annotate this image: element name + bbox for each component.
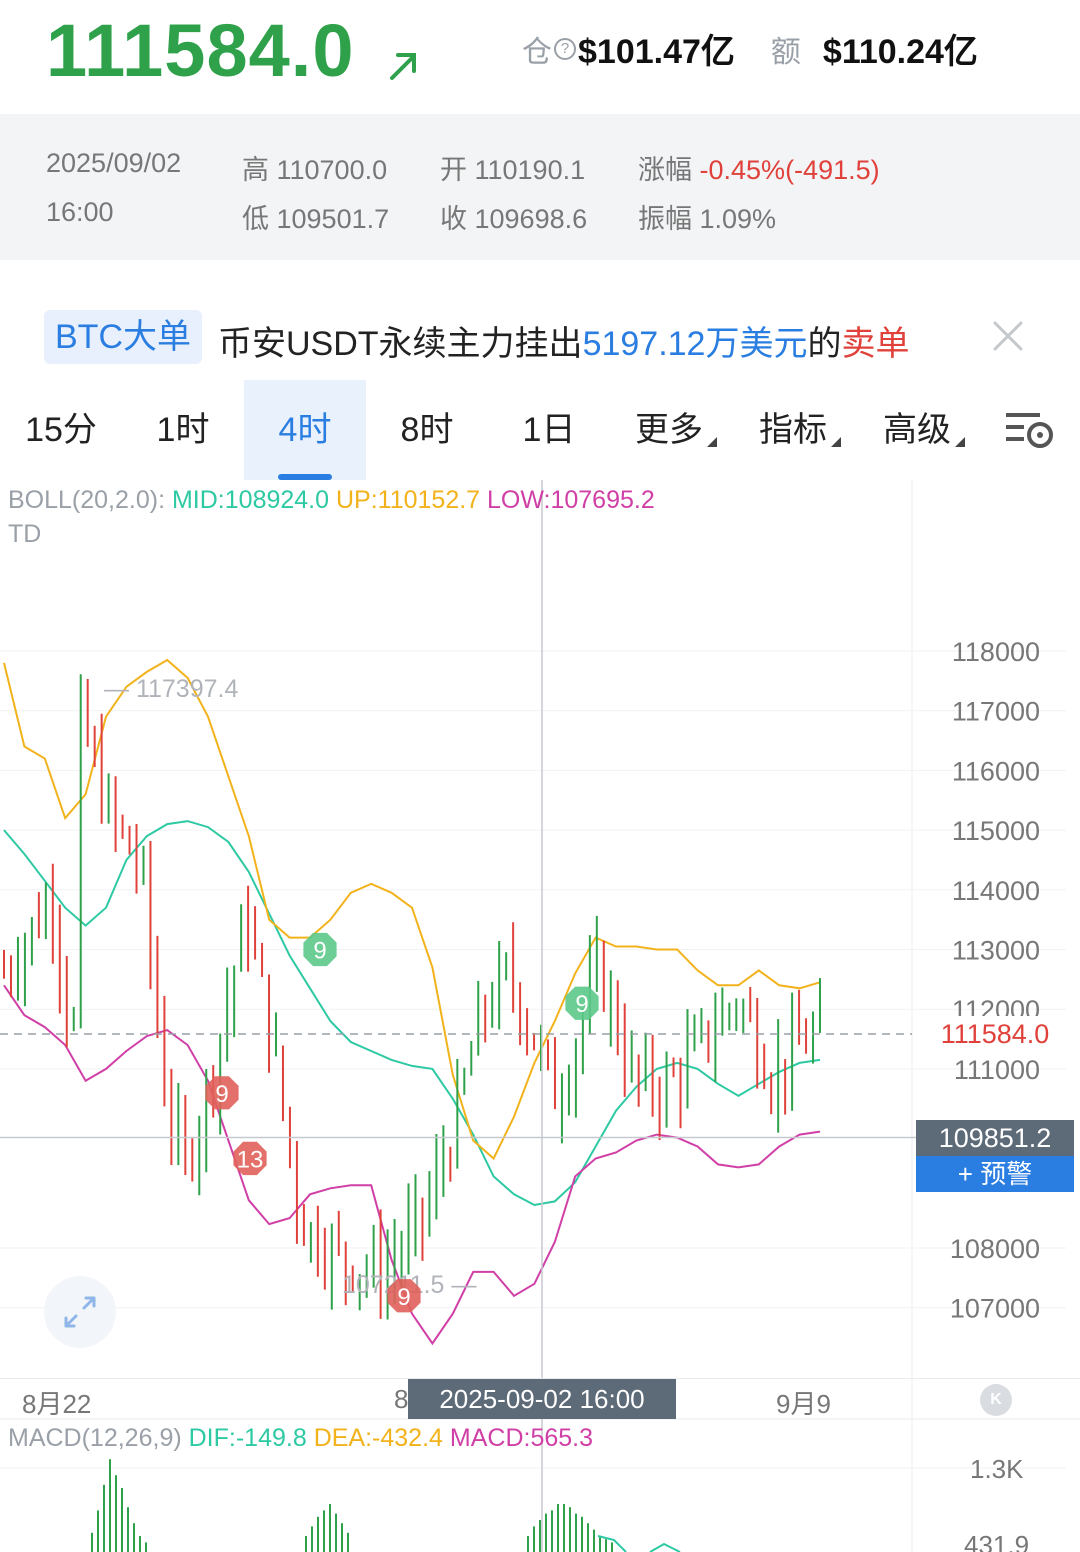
price-axis-label: 118000 bbox=[952, 637, 1040, 667]
price-axis-label: 108000 bbox=[950, 1234, 1040, 1264]
banner-message: 币安USDT永续主力挂出5197.12万美元的卖单 bbox=[218, 316, 909, 365]
stat-amplitude: 振幅 1.09% bbox=[638, 204, 777, 234]
tab-1d[interactable]: 1日 bbox=[488, 380, 610, 480]
caret-icon bbox=[707, 437, 717, 447]
tab-label: 8时 bbox=[400, 411, 454, 449]
close-icon[interactable] bbox=[990, 318, 1026, 354]
tab-label: 15分 bbox=[25, 411, 97, 449]
banner-amount: 5197.12万美元 bbox=[582, 325, 808, 363]
td-marker-label: 9 bbox=[215, 1081, 228, 1108]
stat-low: 低 109501.7 bbox=[242, 204, 390, 234]
tab-1h[interactable]: 1时 bbox=[122, 380, 244, 480]
tab-more[interactable]: 更多 bbox=[614, 380, 738, 480]
caret-icon bbox=[831, 437, 841, 447]
high-marker: — 117397.4 bbox=[104, 675, 238, 703]
macd-dea: DEA:-432.4 bbox=[313, 1424, 443, 1452]
stat-close: 收 109698.6 bbox=[440, 204, 588, 234]
volume-label: 额 bbox=[770, 35, 801, 69]
ohlc-stats-panel: 2025/09/02 16:00 高 110700.0 低 109501.7 开… bbox=[0, 114, 1080, 260]
td-indicator-label: TD bbox=[8, 520, 42, 548]
expand-icon bbox=[64, 1296, 96, 1328]
macd-value: MACD:565.3 bbox=[449, 1424, 594, 1452]
chart-settings-icon[interactable] bbox=[1004, 410, 1056, 450]
crosshair-price-tag: 109851.2 bbox=[916, 1120, 1074, 1156]
boll-mid: MID:108924.0 bbox=[171, 486, 330, 514]
price-axis-label: 111000 bbox=[954, 1055, 1040, 1085]
stat-change-label: 涨幅 bbox=[638, 155, 692, 185]
tab-advanced[interactable]: 高级 bbox=[862, 380, 986, 480]
last-price-axis-tag: 111584.0 bbox=[916, 1016, 1074, 1052]
boll-label: BOLL(20,2.0): bbox=[8, 486, 166, 514]
tab-label: 高级 bbox=[883, 411, 951, 449]
boll-up-line bbox=[3, 658, 821, 1161]
tab-label: 1时 bbox=[156, 411, 210, 449]
oi-value: $101.47亿 bbox=[578, 33, 735, 71]
price-axis-label: 107000 bbox=[950, 1294, 1040, 1324]
stat-change-value: -0.45%(-491.5) bbox=[699, 155, 880, 185]
stat-change: 涨幅 -0.45%(-491.5) bbox=[638, 148, 880, 187]
stat-time: 16:00 bbox=[46, 197, 114, 227]
stat-date: 2025/09/02 bbox=[46, 148, 182, 178]
volume-value: $110.24亿 bbox=[822, 33, 978, 71]
price-axis-label: 114000 bbox=[952, 876, 1040, 906]
macd-label: MACD(12,26,9) bbox=[8, 1424, 182, 1452]
last-price: 111584.0 bbox=[46, 9, 355, 92]
td-marker-label: 9 bbox=[575, 991, 588, 1018]
help-icon[interactable]: ? bbox=[554, 37, 576, 60]
stat-high: 高 110700.0 bbox=[242, 155, 388, 185]
td-marker-label: 9 bbox=[313, 938, 326, 965]
crosshair-date-tag: 2025-09-02 16:00 bbox=[408, 1379, 676, 1419]
price-axis-label: 113000 bbox=[952, 936, 1040, 966]
tab-label: 更多 bbox=[635, 411, 703, 449]
price-axis-label: 117000 bbox=[952, 697, 1040, 727]
tab-15m[interactable]: 15分 bbox=[0, 380, 122, 480]
tab-4h[interactable]: 4时 bbox=[244, 380, 366, 480]
open-interest: 仓 ? $101.47亿 额 $110.24亿 bbox=[522, 24, 978, 73]
boll-legend: BOLL(20,2.0): MID:108924.0 UP:110152.7 L… bbox=[8, 486, 655, 515]
tab-8h[interactable]: 8时 bbox=[366, 380, 488, 480]
td-marker-label: 13 bbox=[237, 1146, 264, 1173]
interval-tabs: 15分 1时 4时 8时 1日 更多 指标 高级 bbox=[0, 380, 1080, 480]
x-axis-label: 8 bbox=[394, 1384, 409, 1414]
tab-label: 指标 bbox=[759, 411, 827, 449]
macd-scale-top: 1.3K bbox=[970, 1454, 1024, 1484]
price-axis-label: 116000 bbox=[952, 756, 1040, 786]
stat-open: 开 110190.1 bbox=[440, 155, 586, 185]
banner-tag: BTC大单 bbox=[44, 310, 202, 364]
macd-dif: DIF:-149.8 bbox=[188, 1424, 307, 1452]
tab-indicators[interactable]: 指标 bbox=[738, 380, 862, 480]
macd-scale-mid: 431.9 bbox=[964, 1530, 1030, 1552]
up-right-arrow-icon bbox=[390, 53, 416, 80]
big-order-banner[interactable]: BTC大单 币安USDT永续主力挂出5197.12万美元的卖单 bbox=[0, 300, 1080, 380]
price-axis-label: 115000 bbox=[952, 816, 1040, 846]
macd-dif-line bbox=[597, 1535, 681, 1552]
oi-label: 仓 bbox=[522, 35, 552, 69]
scroll-to-latest-icon[interactable]: K bbox=[980, 1384, 1012, 1416]
fullscreen-button[interactable] bbox=[44, 1276, 116, 1348]
tab-label: 1日 bbox=[522, 411, 576, 449]
banner-side: 卖单 bbox=[841, 325, 910, 363]
banner-text-prefix: 币安USDT永续主力挂出 bbox=[218, 325, 583, 363]
banner-text-mid: 的 bbox=[807, 325, 842, 363]
tab-label: 4时 bbox=[278, 411, 332, 449]
add-alert-button[interactable]: + 预警 bbox=[916, 1156, 1074, 1192]
caret-icon bbox=[955, 437, 965, 447]
x-axis-label: 8月22 bbox=[22, 1389, 92, 1419]
boll-low: LOW:107695.2 bbox=[487, 486, 655, 514]
x-axis-label: 9月9 bbox=[776, 1389, 831, 1419]
macd-legend: MACD(12,26,9) DIF:-149.8 DEA:-432.4 MACD… bbox=[8, 1424, 593, 1453]
header: 111584.0 仓 ? $101.47亿 额 $110.24亿 bbox=[0, 0, 1080, 114]
td-marker-label: 9 bbox=[397, 1284, 410, 1311]
boll-up: UP:110152.7 bbox=[335, 486, 481, 514]
